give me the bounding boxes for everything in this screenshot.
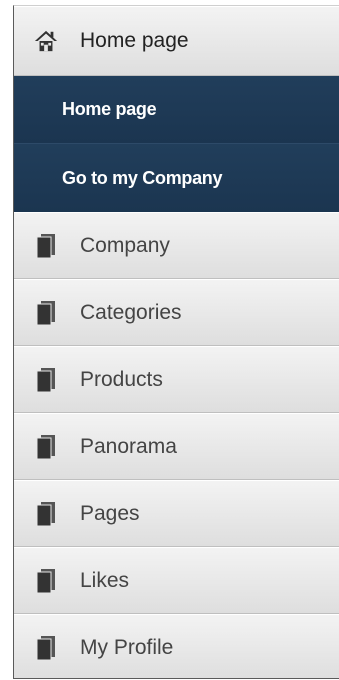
submenu-item-home-page[interactable]: Home page [14,76,339,144]
menu-item-products[interactable]: Products [14,346,339,413]
menu-item-label: Products [80,367,163,391]
menu-item-label: Panorama [80,434,177,458]
menu-item-pages[interactable]: Pages [14,480,339,547]
document-icon [34,433,58,461]
menu-item-company[interactable]: Company [14,212,339,279]
menu-item-label: Pages [80,501,140,525]
document-icon [34,366,58,394]
menu-item-label: My Profile [80,635,174,659]
menu-item-my-profile[interactable]: My Profile [14,614,339,678]
menu-item-likes[interactable]: Likes [14,547,339,614]
sidebar-menu: Home page Home page Go to my Company Com… [13,5,339,679]
document-icon [34,500,58,528]
submenu-item-go-to-company[interactable]: Go to my Company [14,144,339,212]
menu-item-label: Company [80,233,170,257]
menu-item-label: Likes [80,568,130,592]
menu-item-home[interactable]: Home page [14,6,339,76]
document-icon [34,634,58,662]
submenu: Home page Go to my Company [14,76,339,212]
submenu-item-label: Go to my Company [62,167,223,188]
home-icon [34,27,58,55]
document-icon [34,232,58,260]
submenu-item-label: Home page [62,99,157,119]
document-icon [34,299,58,327]
document-icon [34,567,58,595]
menu-item-label: Home page [80,29,189,52]
menu-item-categories[interactable]: Categories [14,279,339,346]
menu-item-panorama[interactable]: Panorama [14,413,339,480]
menu-item-label: Categories [80,300,182,324]
